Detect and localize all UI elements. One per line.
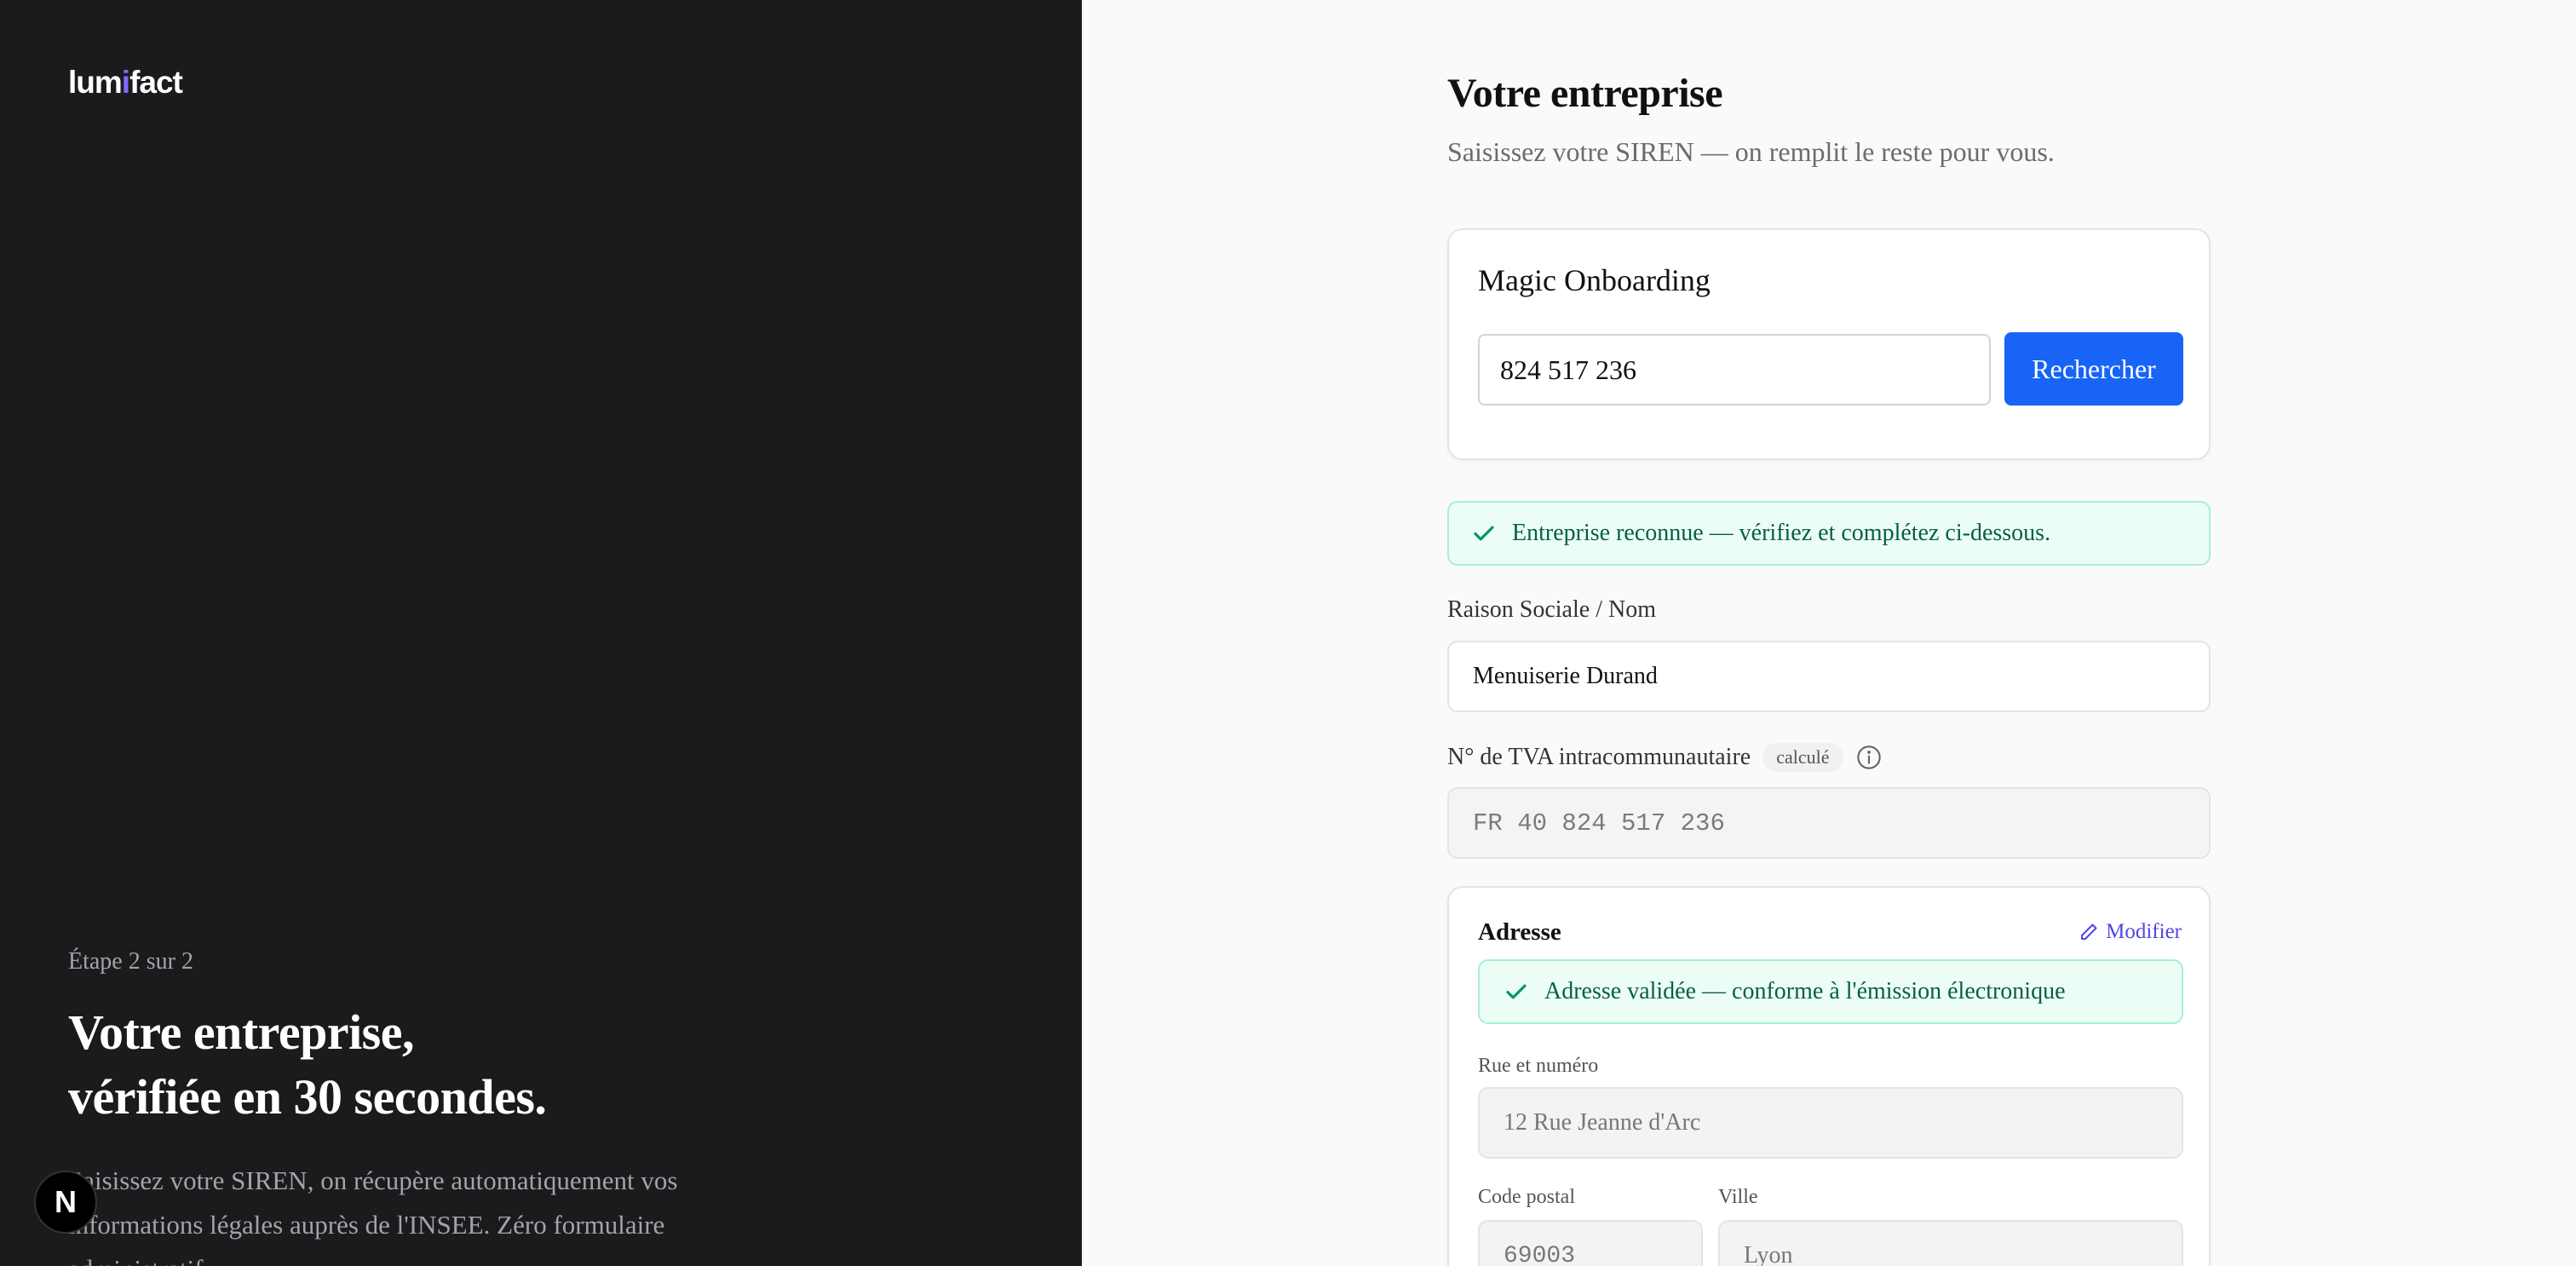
step-indicator: Étape 2 sur 2 xyxy=(68,948,193,975)
headline-line-1: Votre entreprise, xyxy=(68,1004,415,1060)
raison-sociale-input[interactable]: Menuiserie Durand xyxy=(1447,641,2211,712)
modify-address-link[interactable]: Modifier xyxy=(2079,920,2182,944)
dev-tools-button[interactable]: N xyxy=(34,1171,97,1234)
headline-line-2: vérifiée en 30 secondes. xyxy=(68,1069,547,1125)
app-logo: lumifact xyxy=(68,65,183,100)
page-title: Votre entreprise xyxy=(1447,71,1723,116)
raison-sociale-label: Raison Sociale / Nom xyxy=(1447,596,1656,623)
brand-panel: lumifact Étape 2 sur 2 Votre entreprise,… xyxy=(0,0,1082,1266)
address-title: Adresse xyxy=(1478,918,1561,946)
tva-label: N° de TVA intracommunautaire xyxy=(1447,744,1751,770)
postal-code-label: Code postal xyxy=(1478,1186,1575,1208)
check-icon xyxy=(1474,526,1494,541)
address-card: Adresse Modifier Adresse validée — confo… xyxy=(1447,886,2211,1266)
form-panel: Votre entreprise Saisissez votre SIREN —… xyxy=(1082,0,2576,1266)
recognition-alert: Entreprise reconnue — vérifiez et complé… xyxy=(1447,501,2211,566)
tva-label-row: N° de TVA intracommunautaire calculé xyxy=(1447,743,1883,772)
city-input[interactable]: Lyon xyxy=(1718,1220,2183,1266)
address-validated-text: Adresse validée — conforme à l'émission … xyxy=(1544,978,2066,1004)
address-validated-alert: Adresse validée — conforme à l'émission … xyxy=(1478,959,2183,1024)
street-label: Rue et numéro xyxy=(1478,1055,1599,1077)
search-button[interactable]: Rechercher xyxy=(2004,332,2183,406)
magic-onboarding-card: Magic Onboarding Rechercher xyxy=(1447,228,2211,460)
pencil-icon xyxy=(2081,924,2097,940)
info-icon[interactable] xyxy=(1855,744,1883,771)
check-icon xyxy=(1506,984,1527,999)
siren-input[interactable] xyxy=(1478,334,1991,406)
panel-headline: Votre entreprise, vérifiée en 30 seconde… xyxy=(68,1000,547,1130)
tva-number-field: FR 40 824 517 236 xyxy=(1447,787,2211,859)
city-label: Ville xyxy=(1718,1186,1758,1208)
street-input[interactable]: 12 Rue Jeanne d'Arc xyxy=(1478,1087,2183,1159)
modify-label: Modifier xyxy=(2106,920,2182,943)
calculated-badge: calculé xyxy=(1762,743,1843,772)
page-subtitle: Saisissez votre SIREN — on remplit le re… xyxy=(1447,136,2055,167)
panel-description: Saisissez votre SIREN, on récupère autom… xyxy=(68,1165,678,1266)
postal-code-input[interactable]: 69003 xyxy=(1478,1220,1703,1266)
recognition-alert-text: Entreprise reconnue — vérifiez et complé… xyxy=(1512,520,2051,546)
magic-onboarding-title: Magic Onboarding xyxy=(1478,263,1711,297)
